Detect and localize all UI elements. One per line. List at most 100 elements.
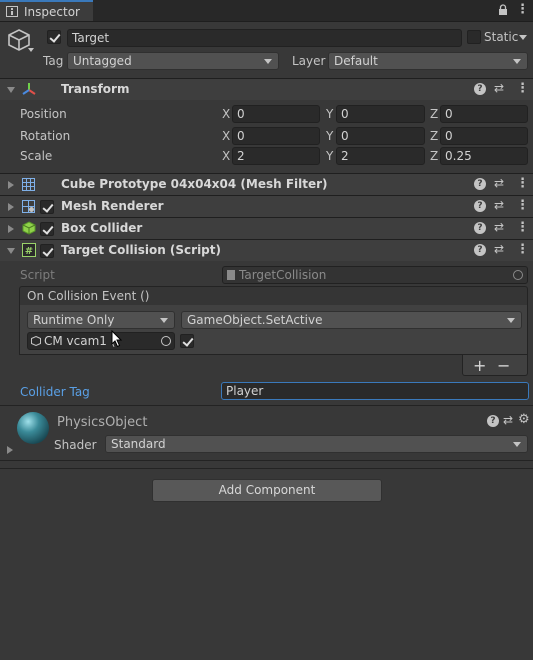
rotation-x-field[interactable]: 0 bbox=[232, 127, 320, 145]
target-object-field[interactable]: CM vcam1 ( bbox=[27, 332, 175, 350]
tab-title: Inspector bbox=[24, 5, 80, 19]
function-dropdown[interactable]: GameObject.SetActive bbox=[181, 311, 522, 329]
gameobject-cube-icon bbox=[31, 336, 41, 346]
chevron-down-icon bbox=[507, 318, 515, 323]
target-collision-header[interactable]: # Target Collision (Script) ? ⇄ ⋮ bbox=[0, 239, 533, 261]
help-icon[interactable]: ? bbox=[474, 222, 486, 234]
layer-label: Layer bbox=[292, 54, 326, 68]
position-x-label[interactable]: X bbox=[222, 107, 230, 121]
static-dropdown-arrow[interactable] bbox=[519, 35, 527, 40]
position-x-field[interactable]: 0 bbox=[232, 105, 320, 123]
active-checkbox[interactable] bbox=[47, 30, 61, 44]
mouse-cursor-icon bbox=[111, 330, 123, 348]
set-active-param-checkbox[interactable] bbox=[180, 334, 194, 348]
script-file-icon bbox=[227, 270, 235, 280]
svg-text:#: # bbox=[25, 246, 33, 257]
static-checkbox[interactable] bbox=[467, 30, 481, 44]
icon-dropdown-arrow[interactable] bbox=[28, 48, 34, 52]
collider-tag-field[interactable]: Player bbox=[221, 382, 529, 400]
mesh-filter-header[interactable]: Cube Prototype 04x04x04 (Mesh Filter) ? … bbox=[0, 173, 533, 195]
context-menu-icon[interactable]: ⋮ bbox=[516, 176, 529, 191]
preset-sliders-icon[interactable]: ⇄ bbox=[494, 220, 504, 234]
foldout-arrow-icon[interactable] bbox=[8, 203, 14, 211]
transform-title: Transform bbox=[61, 82, 130, 96]
help-icon[interactable]: ? bbox=[474, 200, 486, 212]
script-icon: # bbox=[22, 243, 36, 257]
scale-y-field[interactable]: 2 bbox=[336, 147, 425, 165]
position-z-label[interactable]: Z bbox=[430, 107, 438, 121]
runtime-value: Runtime Only bbox=[33, 313, 115, 327]
script-object-field: TargetCollision bbox=[222, 266, 528, 284]
tag-dropdown[interactable]: Untagged bbox=[67, 52, 279, 70]
scale-y-label[interactable]: Y bbox=[326, 149, 333, 163]
preset-sliders-icon[interactable]: ⇄ bbox=[494, 176, 504, 190]
add-listener-button[interactable]: + bbox=[473, 356, 486, 375]
shader-label: Shader bbox=[54, 438, 97, 452]
object-picker-icon bbox=[513, 270, 523, 280]
context-menu-icon[interactable]: ⋮ bbox=[516, 81, 529, 96]
object-picker-icon[interactable] bbox=[161, 336, 171, 346]
rotation-x-label[interactable]: X bbox=[222, 129, 230, 143]
preset-sliders-icon[interactable]: ⇄ bbox=[494, 242, 504, 256]
remove-listener-button[interactable]: − bbox=[497, 356, 510, 375]
runtime-dropdown[interactable]: Runtime Only bbox=[27, 311, 175, 329]
preset-sliders-icon[interactable]: ⇄ bbox=[503, 413, 513, 427]
material-name: PhysicsObject bbox=[57, 415, 148, 430]
grid-icon bbox=[22, 178, 35, 191]
mesh-renderer-icon bbox=[22, 200, 35, 213]
layer-value: Default bbox=[334, 54, 378, 68]
scale-z-label[interactable]: Z bbox=[430, 149, 438, 163]
object-name-field[interactable]: Target bbox=[67, 29, 462, 47]
foldout-arrow-icon[interactable] bbox=[7, 87, 15, 93]
scale-x-field[interactable]: 2 bbox=[232, 147, 320, 165]
foldout-arrow-icon[interactable] bbox=[8, 225, 14, 233]
scale-x-label[interactable]: X bbox=[222, 149, 230, 163]
rotation-y-label[interactable]: Y bbox=[326, 129, 333, 143]
help-icon[interactable]: ? bbox=[474, 83, 486, 95]
static-label[interactable]: Static bbox=[484, 30, 518, 44]
chevron-down-icon bbox=[160, 318, 168, 323]
context-menu-icon[interactable]: ⋮ bbox=[516, 220, 529, 235]
tag-value: Untagged bbox=[73, 54, 132, 68]
mesh-renderer-header[interactable]: Mesh Renderer ? ⇄ ⋮ bbox=[0, 195, 533, 217]
help-icon[interactable]: ? bbox=[487, 415, 499, 427]
tag-label: Tag bbox=[43, 54, 64, 68]
position-y-label[interactable]: Y bbox=[326, 107, 333, 121]
window-menu-icon[interactable]: ⋮ bbox=[516, 2, 529, 17]
gear-icon[interactable]: ⚙ bbox=[518, 412, 530, 427]
box-collider-header[interactable]: Box Collider ? ⇄ ⋮ bbox=[0, 217, 533, 239]
shader-dropdown[interactable]: Standard bbox=[105, 435, 528, 453]
preset-sliders-icon[interactable]: ⇄ bbox=[494, 198, 504, 212]
help-icon[interactable]: ? bbox=[474, 244, 486, 256]
collider-tag-label: Collider Tag bbox=[20, 385, 90, 399]
transform-header[interactable]: Transform ? ⇄ ⋮ bbox=[0, 78, 533, 100]
mesh-filter-title: Cube Prototype 04x04x04 (Mesh Filter) bbox=[61, 177, 328, 191]
rotation-z-field[interactable]: 0 bbox=[440, 127, 528, 145]
position-y-field[interactable]: 0 bbox=[336, 105, 425, 123]
mesh-renderer-enabled-checkbox[interactable] bbox=[40, 200, 54, 214]
box-collider-title: Box Collider bbox=[61, 221, 143, 235]
foldout-arrow-icon[interactable] bbox=[7, 248, 15, 254]
mesh-renderer-title: Mesh Renderer bbox=[61, 199, 164, 213]
rotation-y-field[interactable]: 0 bbox=[336, 127, 425, 145]
section-divider bbox=[0, 405, 533, 406]
box-collider-enabled-checkbox[interactable] bbox=[40, 222, 54, 236]
foldout-arrow-icon[interactable] bbox=[8, 181, 14, 189]
material-sphere-preview[interactable] bbox=[17, 412, 49, 444]
target-object-value: CM vcam1 ( bbox=[44, 334, 116, 348]
context-menu-icon[interactable]: ⋮ bbox=[516, 242, 529, 257]
tab-inspector[interactable]: Inspector bbox=[0, 0, 93, 21]
add-component-button[interactable]: Add Component bbox=[152, 479, 382, 502]
script-enabled-checkbox[interactable] bbox=[40, 244, 54, 258]
lock-icon[interactable] bbox=[498, 4, 508, 16]
layer-dropdown[interactable]: Default bbox=[328, 52, 528, 70]
event-label: On Collision Event () bbox=[27, 289, 150, 303]
position-z-field[interactable]: 0 bbox=[440, 105, 528, 123]
help-icon[interactable]: ? bbox=[474, 178, 486, 190]
rotation-z-label[interactable]: Z bbox=[430, 129, 438, 143]
scale-z-field[interactable]: 0.25 bbox=[440, 147, 528, 165]
context-menu-icon[interactable]: ⋮ bbox=[516, 198, 529, 213]
preset-sliders-icon[interactable]: ⇄ bbox=[494, 81, 504, 95]
foldout-arrow-icon[interactable] bbox=[7, 446, 13, 454]
shader-value: Standard bbox=[111, 437, 166, 451]
